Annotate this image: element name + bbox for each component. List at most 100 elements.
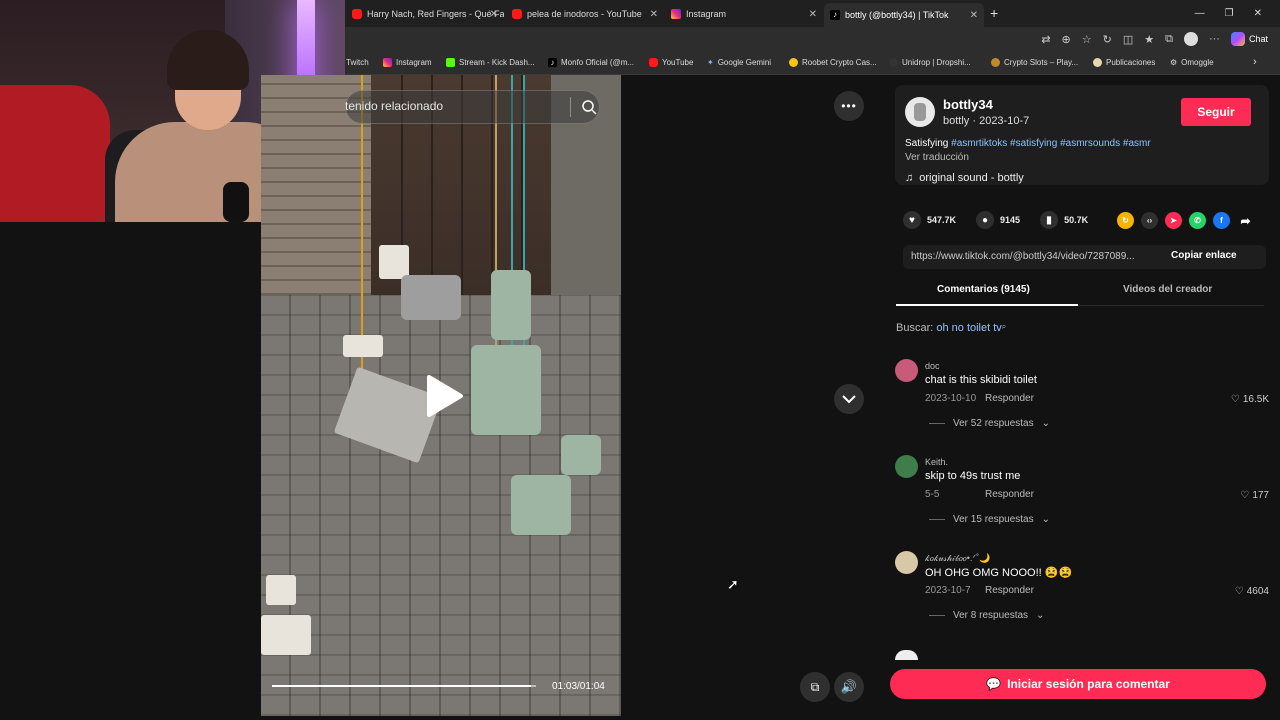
next-video-button[interactable] — [834, 384, 864, 414]
comment-button[interactable]: ● 9145 — [976, 211, 1020, 229]
bookmarks-overflow-icon[interactable]: › — [1253, 56, 1257, 68]
reply-button[interactable]: Responder — [985, 489, 1034, 500]
bookmark-crypto-slots[interactable]: Crypto Slots – Play... — [991, 58, 1078, 67]
related-search-input[interactable]: tenido relacionado — [345, 99, 443, 113]
translate-icon[interactable]: ⇄ — [1041, 33, 1050, 46]
commenter-avatar[interactable] — [895, 359, 918, 382]
profile-avatar[interactable] — [1183, 32, 1198, 46]
chat-button[interactable]: Chat — [1230, 32, 1268, 46]
more-options-button[interactable]: ••• — [834, 91, 864, 121]
play-icon[interactable] — [425, 373, 465, 419]
minimize-icon[interactable]: — — [1195, 8, 1205, 19]
bookmark-publicaciones[interactable]: Publicaciones — [1093, 58, 1155, 67]
tab-tiktok[interactable]: ♪ bottly (@bottly34) | TikTok ✕ — [824, 3, 984, 27]
creator-username[interactable]: bottly34 — [943, 97, 993, 112]
pip-button[interactable]: ⧉ — [800, 672, 830, 702]
engagement-stats: ♥ 547.7K ● 9145 ▮ 50.7K — [903, 211, 1108, 229]
more-menu-icon[interactable]: ··· — [1209, 33, 1220, 45]
refresh-icon[interactable]: ↻ — [1103, 33, 1112, 46]
heart-icon: ♥ — [903, 211, 921, 229]
save-button[interactable]: ▮ 50.7K — [1040, 211, 1088, 229]
close-icon[interactable]: ✕ — [490, 9, 498, 20]
bookmark-omoggle[interactable]: ⚙ Omoggle — [1170, 58, 1214, 67]
comment-icon: ● — [976, 211, 995, 229]
maximize-icon[interactable]: ❐ — [1225, 8, 1234, 19]
share-more-icon[interactable]: ➦ — [1237, 212, 1254, 229]
hashtag-link[interactable]: #asmrsounds — [1060, 138, 1120, 149]
zoom-icon[interactable]: ⊕ — [1062, 33, 1071, 46]
commenter-username[interactable]: 𝓀𝑜𝓀𝓊𝓈𝒽𝒾𝒷𝑜𝑜•.ᐟ˚🌙 — [925, 553, 990, 564]
video-time: 01:03/01:04 — [552, 681, 605, 692]
crypto-slots-icon — [991, 58, 1000, 67]
see-translation-link[interactable]: Ver traducción — [905, 152, 969, 163]
close-window-icon[interactable]: ✕ — [1254, 8, 1262, 19]
new-tab-button[interactable]: + — [990, 5, 998, 21]
bookmark-kick[interactable]: Stream - Kick Dash... — [446, 58, 535, 67]
close-icon[interactable]: ✕ — [809, 9, 817, 20]
comment-text: chat is this skibidi toilet — [925, 374, 1037, 386]
hashtag-link[interactable]: #asmrtiktoks — [951, 138, 1007, 149]
commenter-avatar[interactable] — [895, 551, 918, 574]
split-screen-icon[interactable]: ◫ — [1123, 33, 1133, 46]
close-icon[interactable]: ✕ — [650, 9, 658, 20]
bookmark-gemini[interactable]: ✦ Google Gemini — [707, 58, 771, 67]
login-to-comment-button[interactable]: 💬 Iniciar sesión para comentar — [890, 669, 1266, 699]
embed-icon[interactable]: ‹› — [1141, 212, 1158, 229]
follow-button[interactable]: Seguir — [1181, 98, 1251, 126]
volume-button[interactable]: 🔊 — [834, 672, 864, 702]
video-player[interactable]: tenido relacionado 01:03/01:04 — [261, 75, 621, 716]
divider — [929, 519, 945, 520]
comment-like-button[interactable]: ♡ 177 — [1240, 490, 1269, 501]
sound-label: original sound - bottly — [919, 172, 1024, 184]
search-suggestion-query[interactable]: oh no toilet tv — [936, 322, 1001, 334]
hashtag-link[interactable]: #satisfying — [1010, 138, 1057, 149]
commenter-username[interactable]: Keith. — [925, 457, 948, 467]
copy-link-button[interactable]: Copiar enlace — [1171, 250, 1237, 261]
comment-like-button[interactable]: ♡ 16.5K — [1231, 394, 1269, 405]
bookmark-roobet[interactable]: Roobet Crypto Cas... — [789, 58, 877, 67]
reply-button[interactable]: Responder — [985, 585, 1034, 596]
mouse-cursor-icon: ➚ — [727, 576, 739, 592]
like-button[interactable]: ♥ 547.7K — [903, 211, 956, 229]
tab-pelea-de-inodoros[interactable]: pelea de inodoros - YouTube ✕ — [506, 3, 664, 25]
collections-icon[interactable]: ⧉ — [1165, 33, 1173, 46]
youtube-icon — [649, 58, 658, 67]
send-icon[interactable]: ➤ — [1165, 212, 1182, 229]
whatsapp-icon[interactable]: ✆ — [1189, 212, 1206, 229]
tab-instagram[interactable]: Instagram ✕ — [665, 3, 823, 25]
view-replies-button[interactable]: Ver 15 respuestas ⌄ — [929, 514, 1050, 525]
video-progress-bar[interactable] — [272, 685, 536, 687]
toolbar-icons: ⇄ ⊕ ☆ ↻ ◫ ★ ⧉ ··· Chat — [1041, 32, 1268, 46]
comment-like-button[interactable]: ♡ 4604 — [1235, 586, 1269, 597]
bookmark-label: YouTube — [662, 58, 694, 67]
search-icon[interactable] — [581, 99, 597, 115]
bookmark-monfo[interactable]: ♪ Monfo Oficial (@m... — [548, 58, 634, 67]
favorites-icon[interactable]: ★ — [1144, 33, 1154, 46]
gemini-icon: ✦ — [707, 58, 714, 67]
favorite-star-icon[interactable]: ☆ — [1082, 33, 1092, 46]
repost-icon[interactable]: ↻ — [1117, 212, 1134, 229]
tab-comments[interactable]: Comentarios (9145) — [937, 284, 1030, 295]
chevron-down-icon: ⌄ — [1041, 514, 1050, 525]
facebook-icon[interactable]: f — [1213, 212, 1230, 229]
tab-harry-nach[interactable]: Harry Nach, Red Fingers - Qué Fac ✕ — [346, 3, 504, 25]
commenter-avatar[interactable] — [895, 455, 918, 478]
close-icon[interactable]: ✕ — [970, 10, 978, 21]
video-progress-fill — [272, 685, 531, 687]
volume-icon: 🔊 — [840, 679, 858, 694]
active-tab-indicator — [896, 304, 1078, 306]
bookmark-twitch[interactable]: Twitch — [346, 58, 369, 67]
tab-creator-videos[interactable]: Videos del creador — [1123, 284, 1212, 295]
creator-avatar[interactable] — [905, 97, 935, 127]
bookmark-unidrop[interactable]: Unidrop | Dropshi... — [889, 58, 971, 67]
commenter-username[interactable]: doc — [925, 361, 940, 371]
view-replies-button[interactable]: Ver 8 respuestas ⌄ — [929, 610, 1044, 621]
view-replies-button[interactable]: Ver 52 respuestas ⌄ — [929, 418, 1050, 429]
left-pane — [0, 222, 261, 720]
bookmark-youtube[interactable]: YouTube — [649, 58, 693, 67]
reply-button[interactable]: Responder — [985, 393, 1034, 404]
video-url[interactable]: https://www.tiktok.com/@bottly34/video/7… — [911, 251, 1161, 262]
hashtag-link[interactable]: #asmr — [1123, 138, 1151, 149]
sound-link[interactable]: ♫ original sound - bottly — [905, 172, 1024, 184]
bookmark-instagram[interactable]: Instagram — [383, 58, 432, 67]
